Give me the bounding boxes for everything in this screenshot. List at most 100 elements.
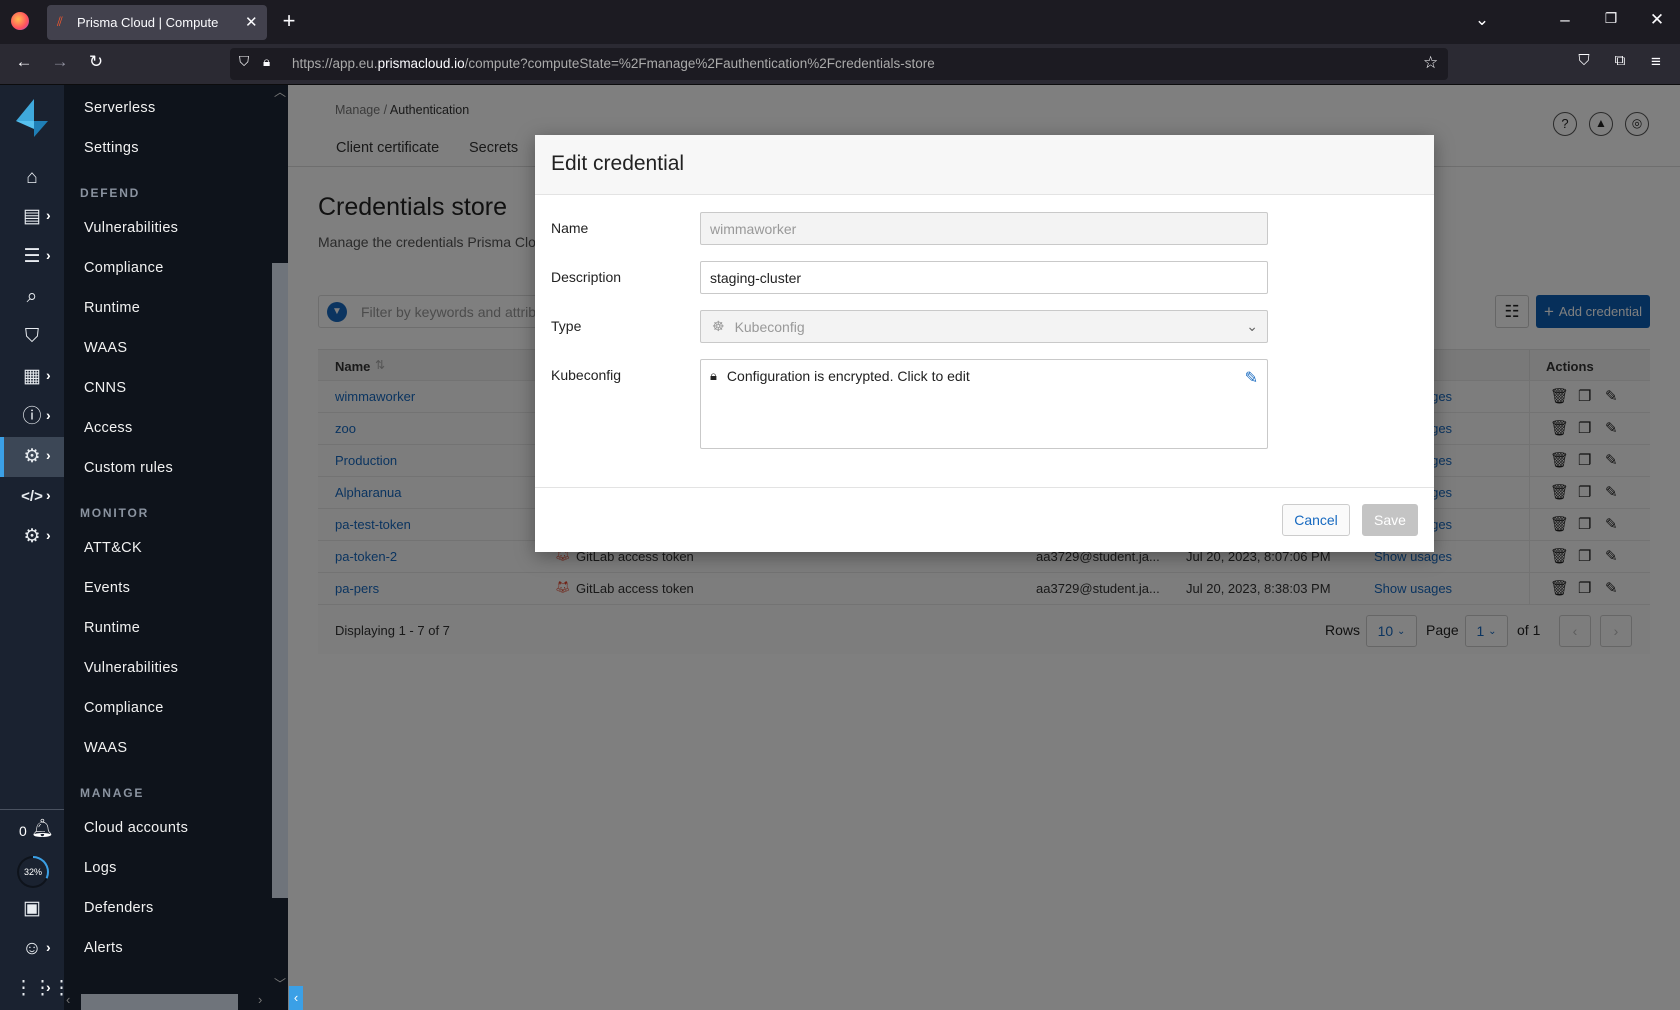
sidebar-item-vulnerabilities[interactable]: Vulnerabilities [84, 220, 178, 236]
sidebar-item-runtime[interactable]: Runtime [84, 620, 140, 636]
sidebar-scrollbar-thumb[interactable] [272, 263, 288, 898]
scroll-down-icon[interactable]: ﹀ [274, 975, 286, 992]
list-icon[interactable]: ☰ [14, 245, 50, 269]
chevron-right-icon: › [46, 447, 51, 463]
chevron-right-icon: › [46, 979, 51, 995]
kubernetes-icon: ☸ [712, 318, 725, 334]
dashboard-icon[interactable]: ▤ [14, 205, 50, 229]
nav-section-monitor: MONITOR [80, 506, 150, 520]
dialog-title: Edit credential [551, 152, 685, 175]
collapse-sidebar-button[interactable]: ‹ [289, 986, 303, 1010]
reload-icon[interactable]: ↻ [84, 52, 108, 72]
window-close-icon[interactable]: ✕ [1645, 10, 1669, 30]
apps-grid-icon[interactable]: ⋮⋮⋮ [14, 977, 71, 1001]
menu-icon[interactable]: ≡ [1644, 52, 1668, 72]
type-select: ☸ Kubeconfig ⌄ [700, 310, 1268, 343]
scroll-left-icon[interactable]: ‹ [66, 992, 70, 1007]
sidebar-item-logs[interactable]: Logs [84, 860, 117, 876]
chevron-right-icon: › [46, 487, 51, 503]
report-icon[interactable]: ▦ [14, 365, 50, 389]
restore-icon[interactable]: ❐ [1599, 10, 1623, 27]
book-icon[interactable]: ▣ [14, 897, 50, 921]
browser-tab-bar: ⫽ Prisma Cloud | Compute ✕ + ⌄ – ❐ ✕ [0, 0, 1680, 44]
kubeconfig-encrypted-text: Configuration is encrypted. Click to edi… [726, 368, 970, 384]
sidebar-item-cnns[interactable]: CNNS [84, 380, 126, 396]
sidebar-item-compliance[interactable]: Compliance [84, 700, 164, 716]
scroll-up-icon[interactable]: ︿ [274, 83, 286, 100]
url-path: /compute?computeState=%2Fmanage%2Fauthen… [464, 56, 935, 71]
alert-circle-icon[interactable]: ⓘ [14, 405, 50, 429]
bell-icon[interactable]: 🔔︎ [31, 818, 54, 839]
cancel-label: Cancel [1294, 512, 1338, 528]
browser-tab[interactable]: ⫽ Prisma Cloud | Compute ✕ [47, 5, 267, 40]
shield-check-icon[interactable]: ⛉ [14, 325, 50, 349]
back-icon[interactable]: ← [12, 52, 36, 72]
pocket-icon[interactable]: ⛉ [1572, 52, 1596, 69]
sidebar-item-cloud-accounts[interactable]: Cloud accounts [84, 820, 188, 836]
extensions-icon[interactable]: ⧉ [1608, 52, 1632, 69]
chevron-right-icon: › [46, 527, 51, 543]
description-field[interactable]: staging-cluster [700, 261, 1268, 294]
tab-list-chevron-icon[interactable]: ⌄ [1470, 10, 1494, 30]
chevron-right-icon: › [46, 247, 51, 263]
settings-gear-icon[interactable]: ⚙ [14, 525, 50, 549]
chip-icon[interactable]: ⚙ [14, 445, 50, 469]
save-button[interactable]: Save [1362, 504, 1418, 536]
sidebar-item-serverless[interactable]: Serverless [84, 100, 156, 116]
chevron-right-icon: › [46, 407, 51, 423]
navigation-toolbar: ← → ↻ ⛉ 🔒︎ https://app.eu.prismacloud.io… [0, 44, 1680, 85]
type-label: Type [551, 318, 582, 334]
url-domain: prismacloud.io [377, 56, 465, 71]
sidebar-item-alerts[interactable]: Alerts [84, 940, 123, 956]
edit-pencil-icon[interactable]: ✎ [1245, 368, 1258, 388]
tab-title: Prisma Cloud | Compute [77, 15, 219, 30]
close-tab-icon[interactable]: ✕ [245, 13, 258, 31]
url-bar[interactable]: ⛉ 🔒︎ https://app.eu.prismacloud.io/compu… [230, 48, 1448, 80]
bookmark-star-icon[interactable]: ☆ [1423, 53, 1438, 73]
name-value: wimmaworker [710, 220, 797, 237]
prisma-logo-icon [16, 99, 48, 137]
chevron-right-icon: › [46, 367, 51, 383]
investigate-icon[interactable]: ⌕ [14, 285, 50, 309]
sidebar-item-defenders[interactable]: Defenders [84, 900, 154, 916]
description-value: staging-cluster [710, 269, 802, 286]
sidebar-item-events[interactable]: Events [84, 580, 130, 596]
rail-divider [0, 809, 64, 810]
url-text: https://app.eu.prismacloud.io/compute?co… [292, 56, 935, 71]
description-label: Description [551, 269, 622, 285]
nav-section-manage: MANAGE [80, 786, 145, 800]
dialog-header: Edit credential [535, 135, 1434, 195]
sidebar-item-custom-rules[interactable]: Custom rules [84, 460, 173, 476]
chevron-right-icon: › [46, 207, 51, 223]
user-profile-icon[interactable]: ☺ [14, 937, 50, 961]
minimize-icon[interactable]: – [1553, 10, 1577, 30]
rail-active-indicator [0, 437, 4, 477]
progress-ring: 32% [17, 856, 49, 888]
cancel-button[interactable]: Cancel [1282, 504, 1350, 536]
sidebar-item-access[interactable]: Access [84, 420, 133, 436]
prisma-favicon: ⫽ [57, 14, 63, 29]
forward-icon[interactable]: → [48, 52, 72, 72]
kubeconfig-field[interactable]: 🔒︎ Configuration is encrypted. Click to e… [700, 359, 1268, 449]
sidebar-item-vulnerabilities[interactable]: Vulnerabilities [84, 660, 178, 676]
sidebar-item-att-ck[interactable]: ATT&CK [84, 540, 142, 556]
sidebar-item-waas[interactable]: WAAS [84, 740, 127, 756]
lock-icon: 🔒︎ [263, 54, 271, 69]
sidebar-item-runtime[interactable]: Runtime [84, 300, 140, 316]
sidebar-item-waas[interactable]: WAAS [84, 340, 127, 356]
sidebar-nav: Serverless Settings DEFEND Vulnerabilities C… [64, 85, 288, 1010]
shield-icon: ⛉ [239, 54, 250, 69]
name-field: wimmaworker [700, 212, 1268, 245]
notifications-count: 0 [19, 823, 27, 839]
sidebar-item-compliance[interactable]: Compliance [84, 260, 164, 276]
horizontal-scrollbar-thumb[interactable] [81, 994, 238, 1010]
url-prefix: https://app.eu. [292, 56, 378, 71]
sidebar-item-settings[interactable]: Settings [84, 140, 139, 156]
new-tab-icon[interactable]: + [277, 9, 301, 33]
progress-label: 32% [19, 858, 47, 886]
home-icon[interactable]: ⌂ [14, 166, 50, 190]
type-value: Kubeconfig [734, 318, 805, 335]
dialog-footer-divider [535, 487, 1434, 488]
code-icon[interactable]: </> [14, 485, 50, 509]
scroll-right-icon[interactable]: › [258, 992, 262, 1007]
